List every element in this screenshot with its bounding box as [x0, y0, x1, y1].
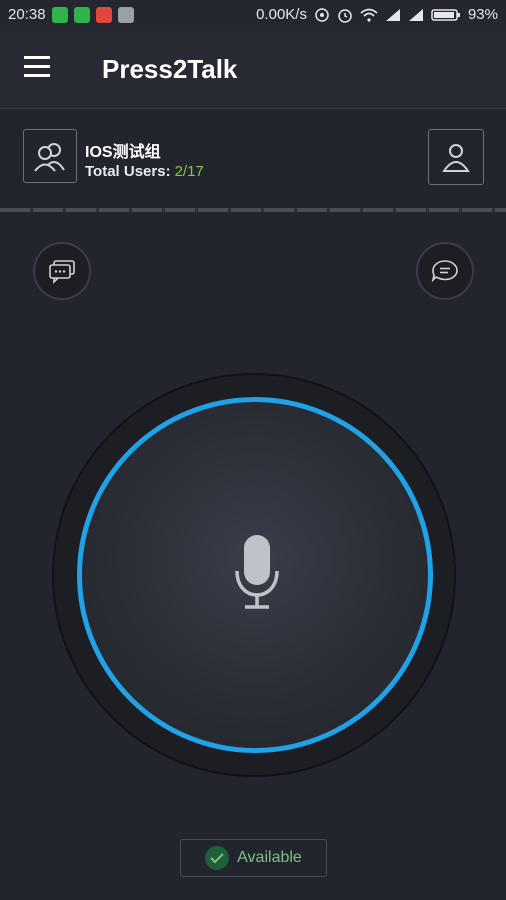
- status-bar-left: 20:38: [8, 6, 134, 23]
- alarm-icon: [338, 8, 352, 23]
- status-bar: 20:38 0.00K/s 93%: [0, 0, 506, 30]
- wechat-icon: [73, 6, 90, 23]
- group-users-icon: [34, 143, 65, 172]
- notification-app-icon: [117, 6, 134, 23]
- app-title: Press2Talk: [102, 54, 238, 84]
- status-bar-right: 0.00K/s 93%: [256, 6, 498, 23]
- microphone-icon: [235, 535, 279, 609]
- total-users: Total Users: 2/17: [85, 163, 204, 180]
- total-users-count: 2/17: [174, 163, 204, 180]
- menu-icon: [24, 56, 50, 59]
- total-users-label: Total Users:: [85, 163, 171, 180]
- app-bar: Press2Talk: [0, 30, 506, 109]
- message-icon: [431, 260, 458, 283]
- wechat-icon: [51, 6, 68, 23]
- chat-bubbles-icon: [49, 260, 75, 284]
- menu-button[interactable]: [24, 56, 54, 82]
- status-label: Available: [237, 849, 302, 866]
- group-bar: IOS测试组 Total Users: 2/17: [0, 110, 506, 210]
- status-time: 20:38: [8, 6, 46, 23]
- signal-icon: [385, 8, 400, 21]
- availability-status[interactable]: Available: [180, 839, 327, 877]
- group-avatar-button[interactable]: [23, 129, 77, 183]
- battery-percent: 93%: [467, 6, 498, 23]
- net-speed: 0.00K/s: [256, 6, 307, 23]
- message-button[interactable]: [416, 242, 474, 300]
- signal-icon: [408, 8, 423, 21]
- user-profile-button[interactable]: [428, 129, 484, 185]
- sync-icon: [315, 7, 329, 22]
- battery-icon: [431, 8, 460, 21]
- user-icon: [442, 144, 470, 172]
- group-chat-button[interactable]: [33, 242, 91, 300]
- section-divider: [0, 208, 506, 212]
- check-icon: [205, 846, 230, 870]
- wifi-icon: [360, 8, 378, 22]
- weibo-icon: [95, 6, 112, 23]
- group-name: IOS测试组: [85, 144, 161, 161]
